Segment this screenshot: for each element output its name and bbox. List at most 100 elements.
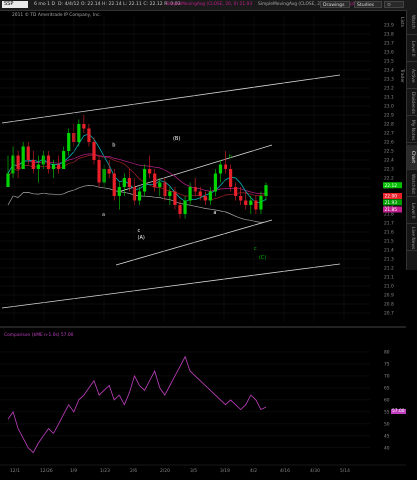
x-tick-label: 2/6 [130,468,137,474]
candle-body [213,173,218,192]
candle-body [188,187,192,201]
y-tick-label: 22.3 [384,167,394,173]
candle-body [249,200,253,205]
y-tick-label: 20.7 [384,311,394,317]
y-tick-label: 22.4 [384,158,394,164]
candle [183,196,187,219]
wave-label: (B) [173,136,180,142]
time-axis: 12/1 12/26 1/9 1/23 2/6 2/20 3/5 3/19 4/2 4/16 4/3… [0,16,406,474]
candle [153,169,157,192]
y-tick-label: 23.1 [384,95,394,101]
candle-body [77,124,81,142]
candle-body [218,164,223,174]
candle-body [148,169,152,174]
side-tab-dividends[interactable]: Dividends [407,91,417,116]
candle [16,151,20,178]
candle-body [142,169,147,192]
candle-body [137,191,142,201]
candle [213,169,218,196]
comparison-tick-label: 50 [384,421,390,427]
side-tab-level-ii[interactable]: Level II [407,37,417,62]
candle [208,187,212,205]
side-tab-watchlist[interactable]: Watchlist [407,172,417,197]
candle-body [259,196,263,210]
candle-body [16,155,20,169]
side-tab-my-notes[interactable]: My Notes [407,118,417,143]
candle [218,160,223,183]
wave-label: b [112,143,115,149]
candle [31,151,35,174]
wave-label: (C) [259,255,266,261]
candle-body [228,169,233,187]
candle-body [264,185,268,196]
candle [223,151,228,174]
y-tick-label: 21.4 [384,248,394,254]
y-tick-label: 23.0 [384,104,394,110]
y-tick-label: 22.8 [384,122,394,128]
comparison-axis: 80 75 70 65 60 55 50 45 40 [384,349,390,451]
x-tick-label: 1/23 [100,468,110,474]
y-tick-label: 21.6 [384,230,394,236]
price-chart: ba(B)c(A)abc(C) 23.923.823.723.623.523.4… [0,16,406,474]
candle-body [36,164,40,169]
x-tick-label: 5/14 [340,468,350,474]
candle-body [117,187,121,196]
candle-body [168,191,172,196]
candle [46,151,51,174]
y-tick-label: 21.1 [384,275,394,281]
comparison-tick-label: 55 [384,409,390,415]
candle-body [107,169,111,174]
sma-fast-line [7,133,267,203]
channel-upper-line [1,74,341,124]
candle-body [127,178,132,187]
candle [142,164,147,196]
candle-body [97,160,101,183]
comparison-tick-label: 70 [384,373,390,379]
candle-body [223,164,228,169]
y-tick-label: 22.6 [384,140,394,146]
price-tags: 22.12 22.0021.9321.85 [383,182,402,213]
candle-body [158,182,162,187]
candle-body [234,187,238,196]
candle-body [41,155,46,165]
side-tab-live-news[interactable]: Live News [407,226,417,251]
y-tick-label: 20.8 [384,302,394,308]
price-grid [0,24,370,314]
y-tick-label: 22.2 [384,176,394,182]
candle-body [92,142,96,160]
studies-button[interactable]: Studies [354,1,382,8]
y-tick-label: 23.2 [384,86,394,92]
y-tick-label: 22.9 [384,113,394,119]
price-tag-text: 21.93 [385,200,398,206]
comparison-tick-label: 60 [384,397,390,403]
candle [173,187,177,210]
price-tag-text: 21.85 [385,207,398,213]
settings-gear-icon[interactable]: ⚙ [384,1,404,8]
drawings-button[interactable]: Drawings [320,1,350,8]
side-tab-watch-lists[interactable]: Watch Lists [399,10,417,35]
x-tick-label: 4/16 [280,468,290,474]
y-tick-label: 23.6 [384,50,394,56]
y-tick-label: 23.9 [384,23,394,29]
candle [168,187,172,205]
candle [239,187,243,205]
candle [264,182,268,201]
candle-body [31,160,35,169]
price-tag-text: 22.12 [385,183,398,189]
candle [254,196,258,214]
sma-long-line [7,185,267,223]
candle [259,191,263,214]
candle [148,155,152,178]
x-tick-label: 12/26 [40,468,53,474]
x-tick-label: 3/19 [220,468,230,474]
side-tab-chart[interactable]: Chart [407,145,417,170]
side-tab-active-trader[interactable]: Active Trader [399,64,417,89]
side-tab-level-ii[interactable]: Level II [407,199,417,224]
candle [132,178,137,205]
y-tick-label: 23.5 [384,59,394,65]
comparison-tick-label: 45 [384,433,390,439]
comparison-label[interactable]: Comparison ($ME n-1.0s) 57.00 [4,333,73,338]
candle-body [153,173,157,187]
candle-body [6,173,10,187]
x-tick-label: 4/2 [250,468,257,474]
